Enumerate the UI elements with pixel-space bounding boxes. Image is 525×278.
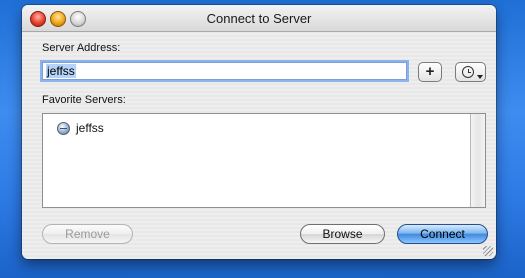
globe-icon: [57, 121, 70, 135]
server-address-label: Server Address:: [42, 42, 121, 54]
server-address-input[interactable]: jeffss: [42, 62, 407, 80]
remove-button[interactable]: Remove: [42, 224, 133, 244]
server-address-value: jeffss: [46, 64, 76, 78]
connect-button[interactable]: Connect: [397, 224, 488, 244]
clock-icon: [462, 66, 474, 78]
dropdown-arrow-icon: [477, 75, 483, 79]
favorite-servers-label: Favorite Servers:: [42, 94, 126, 106]
resize-grip[interactable]: [483, 246, 493, 256]
list-item-label: jeffss: [76, 121, 104, 135]
list-item[interactable]: jeffss: [57, 120, 104, 136]
recent-servers-button[interactable]: [455, 62, 486, 82]
browse-button[interactable]: Browse: [300, 224, 385, 244]
connect-to-server-window: Connect to Server Server Address: jeffss…: [22, 5, 496, 259]
vertical-scrollbar[interactable]: [470, 114, 485, 207]
title-bar: Connect to Server: [22, 5, 496, 32]
favorite-servers-list[interactable]: jeffss: [42, 113, 486, 208]
add-favorite-button[interactable]: +: [418, 62, 442, 82]
window-title: Connect to Server: [206, 11, 312, 26]
